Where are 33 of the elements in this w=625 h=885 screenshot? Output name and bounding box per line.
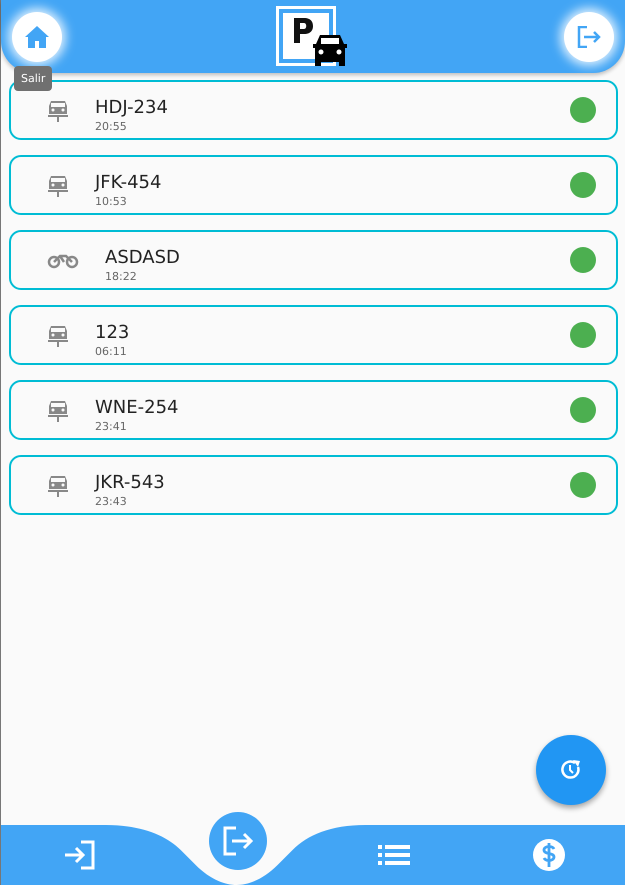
entry-time: 10:53 [95, 195, 128, 208]
plate-number: HDJ-234 [95, 97, 169, 118]
entry-time: 23:41 [95, 420, 128, 433]
plate-number: JKR-543 [95, 472, 166, 493]
plate-number: JFK-454 [95, 172, 162, 193]
car-icon [47, 323, 69, 347]
vehicle-card[interactable]: 123 06:11 [9, 305, 618, 365]
vehicle-card[interactable]: JFK-454 10:53 [9, 155, 618, 215]
vehicle-card[interactable]: WNE-254 23:41 [9, 380, 618, 440]
entry-time: 23:43 [95, 495, 128, 508]
logout-button[interactable] [564, 12, 614, 62]
vehicle-card[interactable]: JKR-543 23:43 [9, 455, 618, 515]
clock-refresh-icon [559, 758, 583, 782]
plate-number: 123 [95, 322, 130, 343]
login-icon [63, 840, 97, 870]
list-icon [378, 845, 410, 865]
entry-time: 20:55 [95, 120, 128, 133]
history-button[interactable] [536, 735, 606, 805]
vehicle-card[interactable]: ASDASD 18:22 [9, 230, 618, 290]
logout-icon [577, 26, 601, 48]
dollar-icon [532, 838, 566, 872]
tooltip: Salir [14, 66, 52, 91]
car-icon [47, 473, 69, 497]
entry-time: 18:22 [105, 270, 138, 283]
entry-time: 06:11 [95, 345, 128, 358]
home-icon [25, 26, 49, 48]
logout-icon [222, 826, 254, 856]
plate-number: WNE-254 [95, 397, 180, 418]
home-button[interactable] [12, 12, 62, 62]
car-icon [47, 173, 69, 197]
plate-number: ASDASD [105, 247, 181, 268]
car-icon [47, 98, 69, 122]
car-icon [47, 398, 69, 422]
